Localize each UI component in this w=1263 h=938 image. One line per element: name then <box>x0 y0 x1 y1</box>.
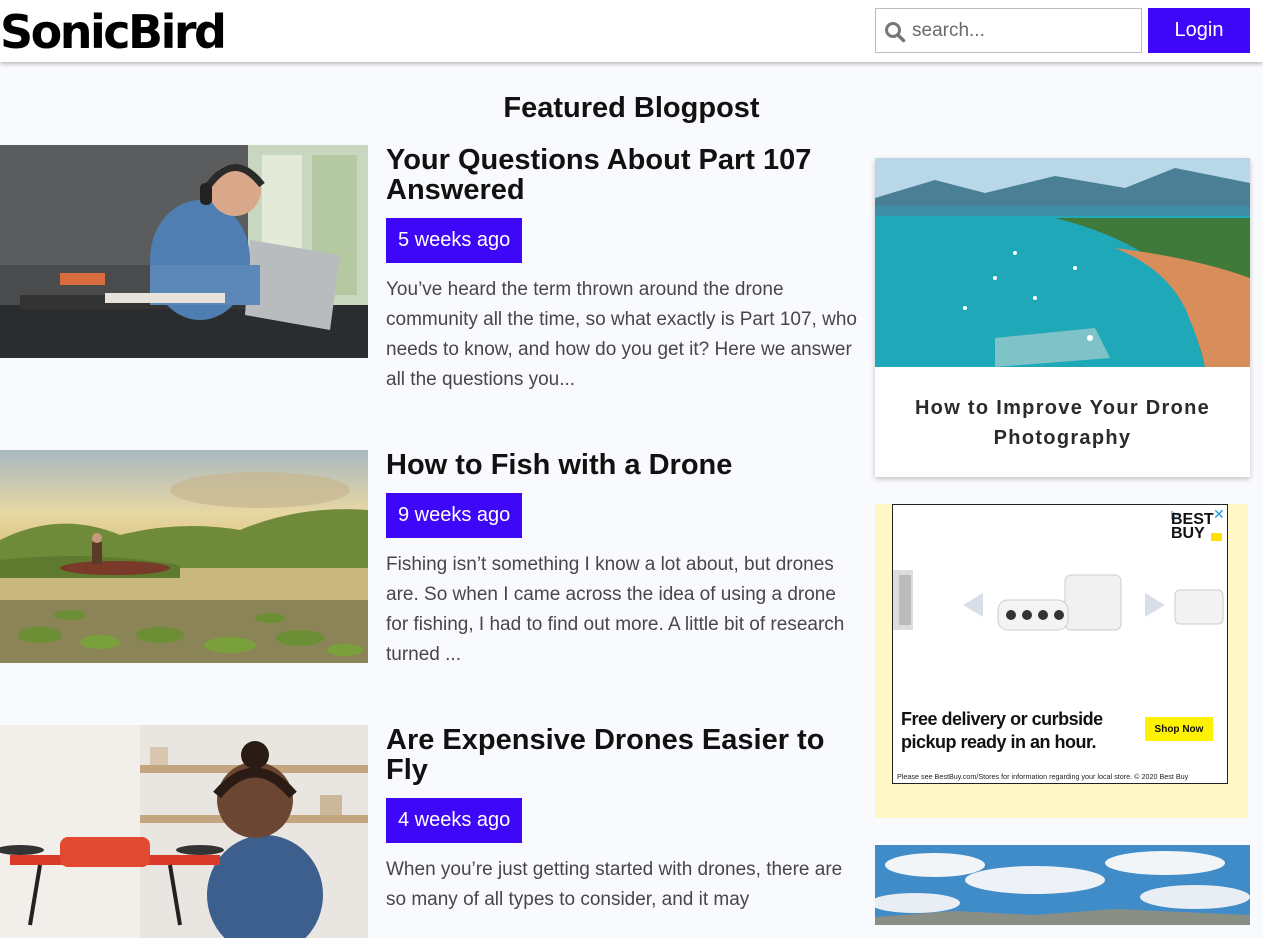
ad-fine-print: Please see BestBuy.com/Stores for inform… <box>897 772 1189 781</box>
blog-post: How to Fish with a Drone 9 weeks ago Fis… <box>0 450 860 690</box>
post-thumbnail[interactable] <box>0 450 368 663</box>
top-navbar: SonicBird Login <box>0 0 1263 62</box>
brand-tag-icon <box>1211 533 1222 541</box>
blog-post: Are Expensive Drones Easier to Fly 4 wee… <box>0 725 860 938</box>
post-title[interactable]: Your Questions About Part 107 Answered <box>386 145 856 205</box>
post-date-badge: 5 weeks ago <box>386 218 523 263</box>
blog-post: Your Questions About Part 107 Answered 5… <box>0 145 860 405</box>
sidebar-post-image[interactable] <box>875 158 1250 367</box>
search-icon <box>885 22 906 43</box>
ad-brand-logo: BEST BUY <box>1171 511 1214 542</box>
post-excerpt: You’ve heard the term thrown around the … <box>386 279 857 390</box>
site-logo[interactable]: SonicBird <box>0 4 227 60</box>
post-date-badge: 9 weeks ago <box>386 493 523 538</box>
post-title[interactable]: How to Fish with a Drone <box>386 450 856 480</box>
section-heading: Featured Blogpost <box>503 92 760 124</box>
post-thumbnail[interactable] <box>0 725 368 938</box>
sidebar-post-image-2[interactable] <box>875 845 1250 925</box>
sidebar-post-title[interactable]: How to Improve Your Drone Photography <box>895 393 1230 453</box>
sidebar-post-card[interactable]: How to Improve Your Drone Photography <box>875 158 1250 477</box>
ad-creative[interactable]: ▷ ✕ BEST BUY Free delivery or curbside p… <box>892 504 1228 784</box>
post-thumbnail[interactable] <box>0 145 368 358</box>
post-excerpt: Fishing isn’t something I know a lot abo… <box>386 554 845 665</box>
close-icon[interactable]: ✕ <box>1213 506 1225 523</box>
login-button[interactable]: Login <box>1148 8 1250 53</box>
shop-now-button[interactable]: Shop Now <box>1145 717 1213 741</box>
post-date-badge: 4 weeks ago <box>386 798 523 843</box>
post-title[interactable]: Are Expensive Drones Easier to Fly <box>386 725 856 785</box>
ad-headline: Free delivery or curbside pickup ready i… <box>901 709 1103 752</box>
post-excerpt: When you’re just getting started with dr… <box>386 859 843 910</box>
advertisement[interactable]: ▷ ✕ BEST BUY Free delivery or curbside p… <box>875 504 1248 818</box>
search-box[interactable] <box>875 8 1142 53</box>
search-input[interactable] <box>912 17 1132 45</box>
product-carousel[interactable] <box>893 555 1228 675</box>
sidebar-post-card-2[interactable] <box>875 845 1250 925</box>
